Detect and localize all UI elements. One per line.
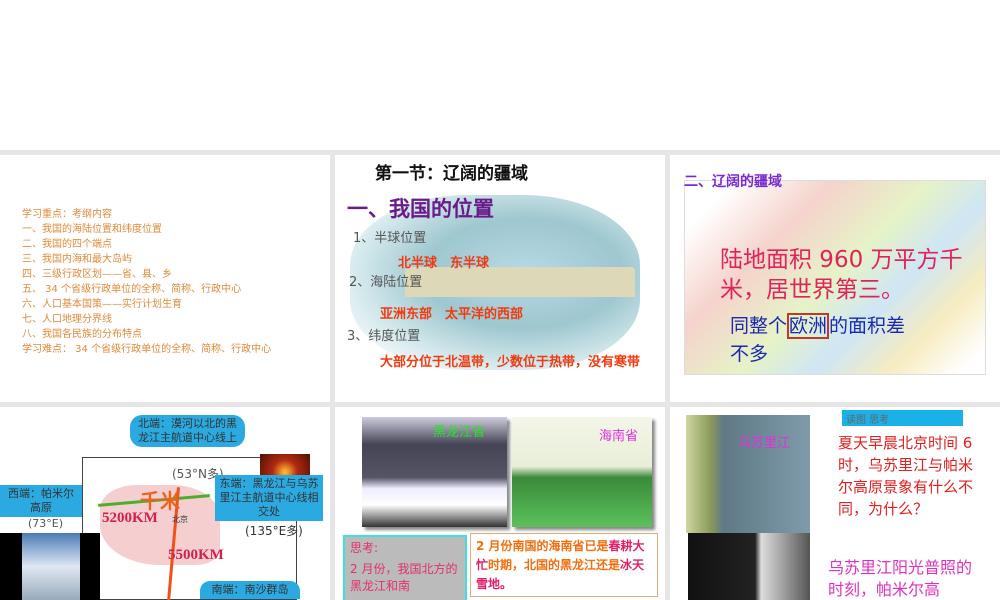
answer-3: 时期，北国的 — [488, 558, 561, 572]
heilongjiang-label: 黑龙江省 — [433, 425, 486, 440]
slide-2-thumbnail[interactable]: 第一节：辽阔的疆域 一、我国的位置 1、半球位置 北半球 东半球 2、海陆位置 … — [335, 155, 665, 402]
outline-line: 四、三级行政区划——省、县、乡 — [22, 269, 172, 280]
compare-pre: 同整个 — [730, 315, 788, 337]
outline-line: 七、人口地理分界线 — [22, 314, 112, 325]
hainan-label: 海南省 — [599, 429, 639, 444]
think-title: 思考: — [350, 541, 379, 555]
heading: 二、辽阔的疆域 — [684, 174, 782, 190]
outline-line: 一、我国的海陆位置和纬度位置 — [22, 224, 162, 235]
answer-2: 亚洲东部 太平洋的西部 — [380, 307, 524, 322]
beijing-label: 北京 — [172, 515, 188, 524]
wusuli-label: 乌苏里江 — [738, 436, 791, 451]
east-callout: 东端：黑龙江与乌苏里江主航道中心线相交处 — [215, 475, 323, 521]
west-lon: (73°E) — [28, 517, 64, 530]
slide-sorter-grid: 学习重点：考纲内容 一、我国的海陆位置和纬度位置 二、我国的四个端点 三、我国内… — [0, 150, 1000, 600]
section-title: 第一节：辽阔的疆域 — [375, 164, 528, 184]
slide-6-thumbnail[interactable]: 乌苏里江 读图 思考 夏天早晨北京时间 6 时，乌苏里江与帕米尔高原景象有什么不… — [670, 407, 1000, 600]
pamir-night-illustration — [688, 533, 810, 600]
ns-distance: 5500KM — [168, 547, 224, 563]
answer-text: 乌苏里江阳光普照的时刻，帕米尔高 — [828, 558, 973, 599]
answer-box: 2 月份南国的海南省已是春耕大忙时期，北国的黑龙江还是冰天雪地。 — [470, 533, 658, 597]
outline-list: 学习重点：考纲内容 一、我国的海陆位置和纬度位置 二、我国的四个端点 三、我国内… — [22, 207, 271, 357]
slide-5-thumbnail[interactable]: 黑龙江省 海南省 思考: 2 月份，我国北方的黑龙江和南 2 月份南国的海南省已… — [335, 407, 665, 600]
item-3: 3、纬度位置 — [347, 329, 421, 344]
outline-line: 六、人口基本国策——实行计划生育 — [22, 299, 182, 310]
slide-3-thumbnail[interactable]: 二、辽阔的疆域 陆地面积 960 万平方千米，居世界第三。 同整个 欧洲 的面积差不… — [670, 155, 1000, 402]
outline-line: 八、我国各民族的分布特点 — [22, 329, 142, 340]
west-callout: 西端：帕米尔高原 — [0, 485, 82, 517]
outline-line: 三、我国内海和最大岛屿 — [22, 254, 132, 265]
read-think-tag: 读图 思考 — [842, 410, 963, 426]
question-text: 夏天早晨北京时间 6 时，乌苏里江与帕米尔高原景象有什么不同，为什么？ — [838, 434, 974, 518]
item-1: 1、半球位置 — [353, 231, 427, 246]
outline-line: 学习难点： 34 个省级行政单位的全称、简称、行政中心 — [22, 344, 272, 355]
item-2: 2、海陆位置 — [349, 275, 423, 290]
pamir-photo — [0, 533, 100, 600]
east-lon: (135°E多) — [245, 524, 303, 538]
europe-box: 欧洲 — [787, 313, 830, 339]
heading: 一、我国的位置 — [347, 197, 494, 221]
top-blank-area — [0, 0, 1000, 150]
bridge-shape — [405, 267, 635, 297]
outline-line: 二、我国的四个端点 — [22, 239, 112, 250]
outline-line: 学习重点：考纲内容 — [22, 209, 112, 220]
outline-line: 五、 34 个省级行政单位的全称、简称、行政中心 — [22, 284, 242, 295]
north-callout: 北端：漠河以北的黑龙江主航道中心线上 — [130, 415, 245, 447]
south-callout: 南端：南沙群岛 — [200, 581, 300, 599]
answer-1: 北半球 东半球 — [398, 256, 490, 271]
area-text: 陆地面积 960 万平方千米，居世界第三。 — [720, 247, 963, 303]
answer-4: 黑龙江还是 — [560, 558, 621, 572]
slide-4-thumbnail[interactable]: 北端：漠河以北的黑龙江主航道中心线上 (53°N多) 西端：帕米尔高原 (73°… — [0, 407, 330, 600]
answer-3: 大部分位于北温带，少数位于热带，没有寒带 — [380, 355, 641, 370]
slide-1-thumbnail[interactable]: 学习重点：考纲内容 一、我国的海陆位置和纬度位置 二、我国的四个端点 三、我国内… — [0, 155, 330, 402]
answer-1: 2 月份南国的海南省已是 — [476, 539, 609, 553]
europe-compare: 同整个 欧洲 的面积差不多 — [730, 312, 910, 368]
think-box: 思考: 2 月份，我国北方的黑龙江和南 — [343, 535, 467, 600]
think-text: 2 月份，我国北方的黑龙江和南 — [350, 562, 458, 593]
ew-distance: 5200KM — [102, 510, 158, 526]
